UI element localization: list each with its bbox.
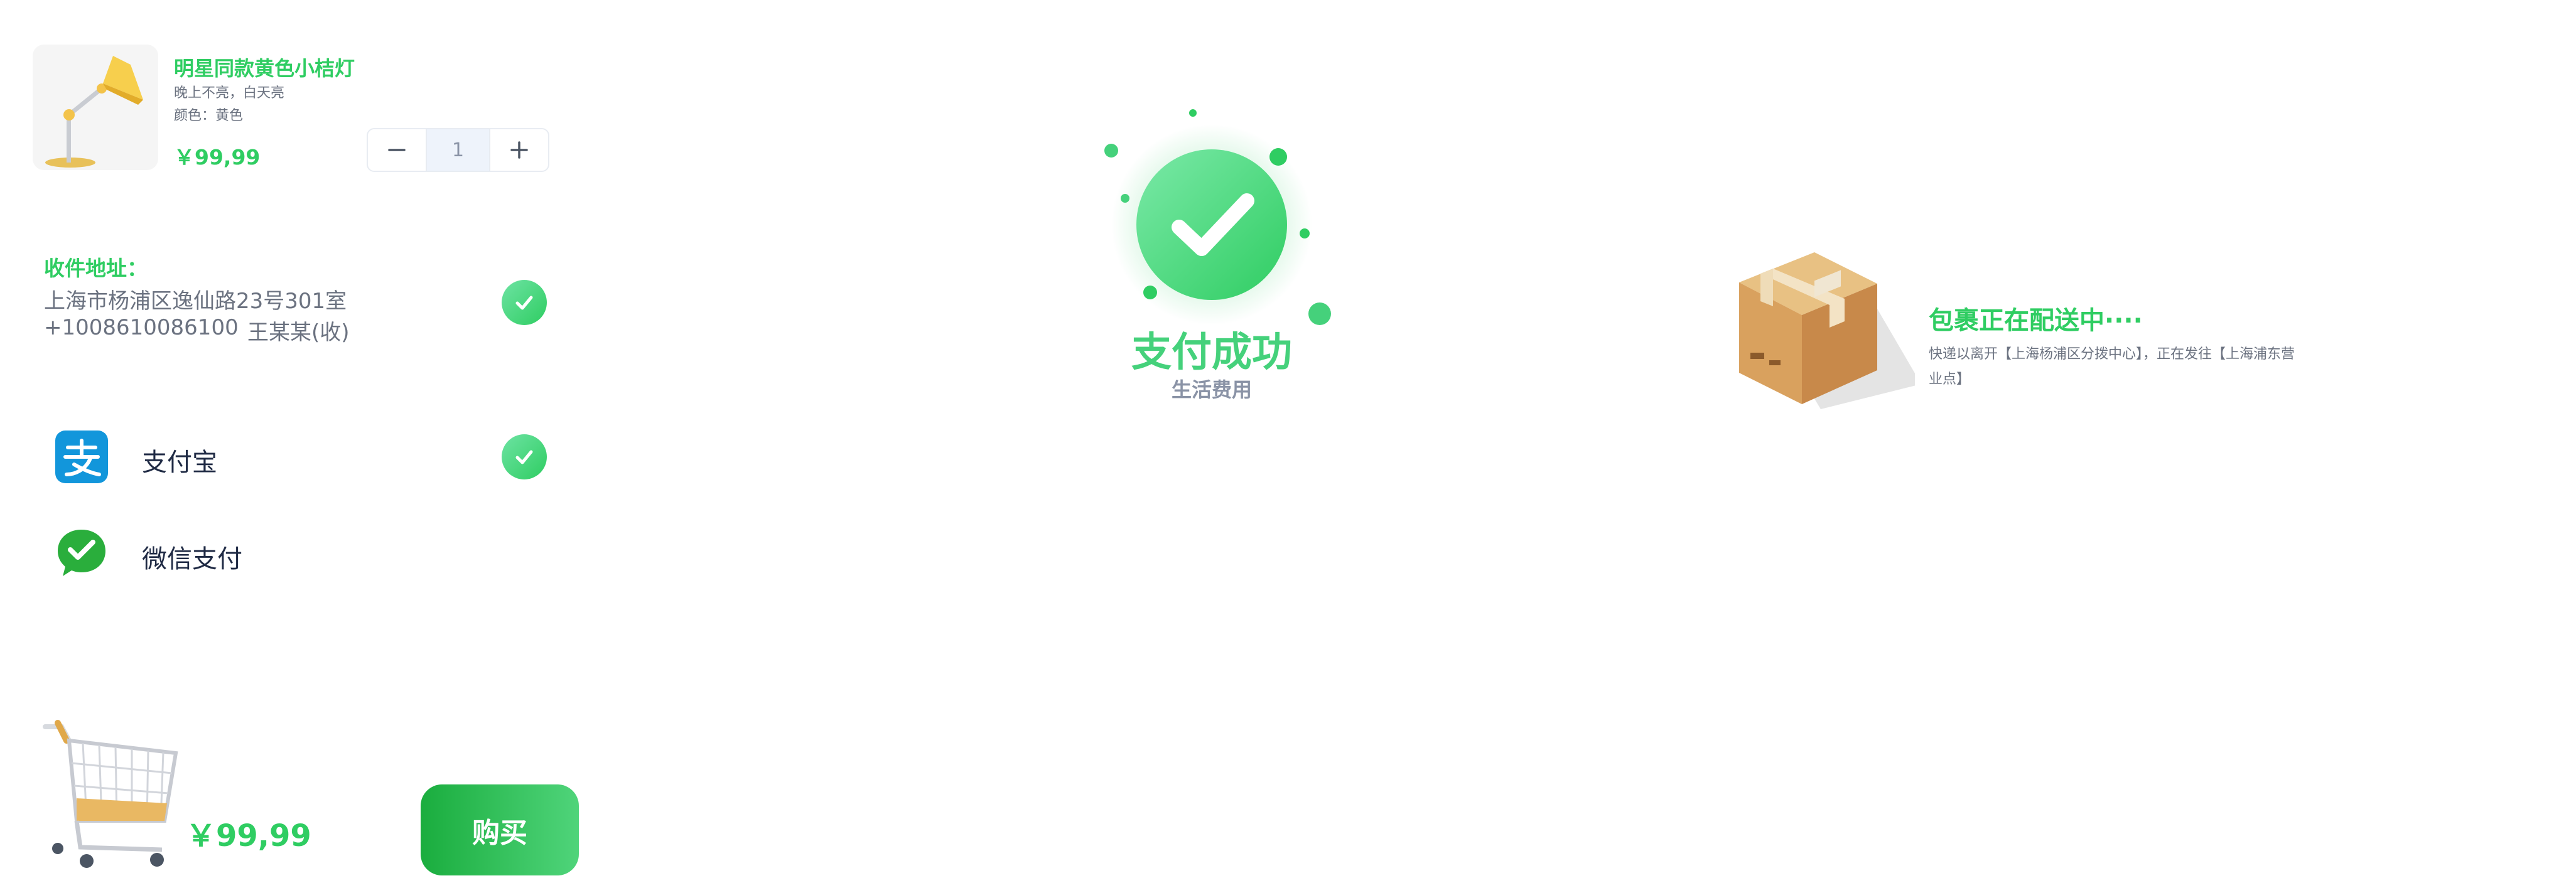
total-price: ￥99,99 <box>186 818 311 853</box>
payment-success-title: 支付成功 <box>1131 329 1292 376</box>
alipay-icon <box>55 431 108 483</box>
minus-icon <box>388 149 406 151</box>
payment-label-wechat: 微信支付 <box>142 545 242 574</box>
wechat-pay-icon <box>58 530 105 576</box>
product-price: ￥99,99 <box>174 145 261 169</box>
quantity-stepper[interactable]: 1 <box>367 128 549 172</box>
payment-success-check-icon <box>1104 109 1331 325</box>
package-box-icon <box>1739 252 1915 409</box>
product-description: 晚上不亮，白天亮 <box>174 85 285 101</box>
payment-option-wechat[interactable]: 微信支付 <box>38 521 552 586</box>
product-color: 颜色：黄色 <box>174 108 244 124</box>
increase-button[interactable] <box>490 129 548 171</box>
address-line: 上海市杨浦区逸仙路23号301室 <box>44 289 347 314</box>
shopping-cart-icon <box>43 720 178 868</box>
payment-selected-check-icon <box>502 434 547 479</box>
address-phone: +1008610086100 <box>44 315 239 340</box>
shipping-status-detail: 快递以离开【上海杨浦区分拨中心】，正在发往【上海浦东营业点】 <box>1929 346 2295 387</box>
product-name: 明星同款黄色小桔灯 <box>174 56 355 80</box>
desk-lamp-icon <box>45 56 143 168</box>
address-label: 收件地址： <box>44 256 148 281</box>
buy-button[interactable]: 购买 <box>421 784 579 875</box>
payment-success-subtitle: 生活费用 <box>1171 378 1252 402</box>
shipping-status-title: 包裹正在配送中···· <box>1929 306 2143 335</box>
address-selected-check-icon[interactable] <box>502 280 547 325</box>
quantity-value[interactable]: 1 <box>426 129 490 171</box>
plus-icon <box>510 141 528 159</box>
payment-label-alipay: 支付宝 <box>142 448 217 477</box>
address-recipient: 王某某(收) <box>247 320 350 345</box>
decrease-button[interactable] <box>368 129 426 171</box>
product-image <box>33 45 158 170</box>
payment-option-alipay[interactable]: 支付宝 <box>38 424 552 489</box>
